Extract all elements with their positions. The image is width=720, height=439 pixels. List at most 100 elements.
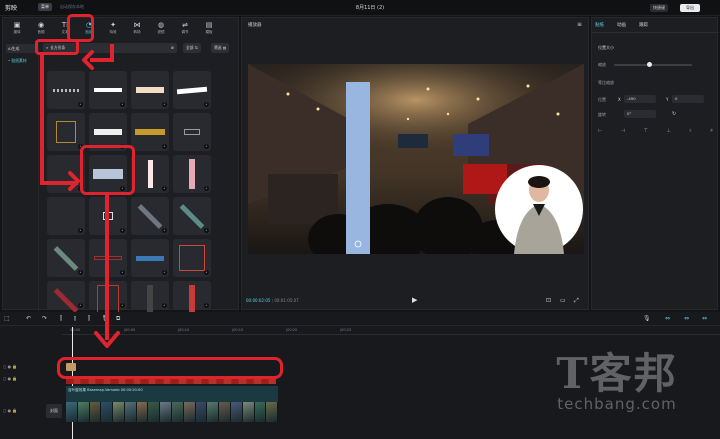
play-icon[interactable]: ▶ xyxy=(412,296,417,304)
effect-segment[interactable] xyxy=(216,376,224,384)
time-ruler[interactable]: 00:00 |00:05 |00:10 |00:15 |00:20 |00:25 xyxy=(62,327,720,335)
effect-segment[interactable] xyxy=(73,376,81,384)
sticker-item[interactable]: ⇣ xyxy=(131,281,169,315)
tool-adjust[interactable]: ⇌ 调节 xyxy=(175,20,195,38)
effect-segment[interactable] xyxy=(254,376,261,384)
video-preview[interactable] xyxy=(248,64,584,254)
sticker-item[interactable]: ⇣ xyxy=(173,71,211,109)
effect-segment[interactable] xyxy=(171,376,178,384)
x-position-field[interactable]: -490 xyxy=(624,95,656,103)
split-right-icon[interactable]: ⫿ xyxy=(88,315,90,323)
download-icon[interactable]: ⇣ xyxy=(120,186,125,191)
tool-template[interactable]: ▤ 模板 xyxy=(199,20,219,38)
effect-segment[interactable] xyxy=(261,376,269,384)
redo-icon[interactable]: ↷ xyxy=(42,315,47,322)
sidebar-item-ai[interactable]: AI生成 xyxy=(6,44,36,53)
align-center-icon[interactable]: ⊣ xyxy=(621,128,625,136)
rotate-icon[interactable]: ↻ xyxy=(672,111,676,117)
effect-segment[interactable] xyxy=(186,376,194,384)
download-icon[interactable]: ⇣ xyxy=(204,102,209,107)
effect-track-controls[interactable]: ◻ ● 🔒 xyxy=(3,376,37,384)
tool-text[interactable]: TI 文本 xyxy=(55,20,75,38)
sticker-item[interactable]: ⇣ xyxy=(89,239,127,277)
effect-segment[interactable] xyxy=(118,376,126,384)
download-icon[interactable]: ⇣ xyxy=(78,303,83,308)
fit-icon[interactable]: ⊡ xyxy=(546,297,551,304)
crop-icon[interactable]: ⧉ xyxy=(116,315,120,323)
sticker-item[interactable]: ⇣ xyxy=(131,239,169,277)
sticker-item[interactable]: ⇣ xyxy=(131,155,169,193)
undo-icon[interactable]: ↶ xyxy=(26,315,31,322)
sticker-item[interactable]: ⇣ xyxy=(131,197,169,235)
sticker-item[interactable]: ⇣ xyxy=(47,281,85,313)
cover-button[interactable]: 封面 xyxy=(46,404,62,418)
effect-segment[interactable] xyxy=(88,376,96,384)
download-icon[interactable]: ⇣ xyxy=(162,186,167,191)
align-middle-icon[interactable]: ⊦ xyxy=(689,128,692,136)
sticker-item[interactable]: ⇣ xyxy=(47,197,85,235)
effect-segment[interactable] xyxy=(239,376,246,384)
tool-transition[interactable]: ⋈ 转场 xyxy=(127,20,147,38)
align-top-icon[interactable]: ⊥ xyxy=(666,128,670,136)
align-left-icon[interactable]: ⊢ xyxy=(598,128,602,136)
effect-segment[interactable] xyxy=(66,376,73,384)
align-right-icon[interactable]: ⊤ xyxy=(644,128,648,136)
menu-button[interactable]: 菜单 xyxy=(38,3,52,11)
video-clip-header[interactable]: 百叶窗效果 Basemap.Vamado 00:00:20:00 xyxy=(66,386,278,402)
tab-tracking[interactable]: 跟踪 xyxy=(639,22,648,28)
download-icon[interactable]: ⇣ xyxy=(78,102,83,107)
effect-segment[interactable] xyxy=(111,376,118,384)
sticker-item[interactable]: ⇣ xyxy=(173,239,211,277)
sticker-item[interactable]: ⇣ xyxy=(89,155,127,193)
effect-segment[interactable] xyxy=(163,376,171,384)
snap-icon[interactable]: ⇔ xyxy=(665,315,670,322)
tool-sticker[interactable]: ◔ 贴纸 xyxy=(79,20,99,38)
effect-segment[interactable] xyxy=(201,376,209,384)
effect-segment[interactable] xyxy=(246,376,254,384)
download-icon[interactable]: ⇣ xyxy=(162,270,167,275)
download-icon[interactable]: ⇣ xyxy=(162,144,167,149)
search-input[interactable]: ⌕ 长方形条 ⊗ xyxy=(43,43,177,53)
fullscreen-icon[interactable]: ⤢ xyxy=(574,297,579,305)
y-position-field[interactable]: 0 xyxy=(672,95,704,103)
sticker-item[interactable]: ⇣ xyxy=(131,71,169,109)
download-icon[interactable]: ⇣ xyxy=(78,144,83,149)
clear-icon[interactable]: ⊗ xyxy=(171,43,174,53)
link-icon[interactable]: ⇔ xyxy=(684,315,689,322)
effect-segment[interactable] xyxy=(133,376,141,384)
effect-segment[interactable] xyxy=(126,376,133,384)
download-icon[interactable]: ⇣ xyxy=(120,303,125,308)
download-icon[interactable]: ⇣ xyxy=(162,303,167,308)
ratio-icon[interactable]: ▭ xyxy=(560,297,566,304)
video-clip-thumbnails[interactable] xyxy=(66,402,279,422)
shortcut-button[interactable]: 快捷键 xyxy=(650,4,668,12)
effect-segment[interactable] xyxy=(96,376,103,384)
download-icon[interactable]: ⇣ xyxy=(78,186,83,191)
sticker-item[interactable]: ⇣ xyxy=(89,113,127,151)
video-track-controls[interactable]: ◻ ● 🔒 xyxy=(3,408,37,416)
download-icon[interactable]: ⇣ xyxy=(204,144,209,149)
sticker-item[interactable]: ⇣ xyxy=(47,71,85,109)
sticker-item[interactable]: ⇣ xyxy=(173,113,211,151)
export-button[interactable]: 导出 xyxy=(680,4,700,12)
scale-slider[interactable] xyxy=(614,64,692,66)
align-bottom-icon[interactable]: ⊧ xyxy=(710,128,713,136)
download-icon[interactable]: ⇣ xyxy=(120,144,125,149)
mic-icon[interactable]: 🎙 xyxy=(643,315,651,322)
download-icon[interactable]: ⇣ xyxy=(78,228,83,233)
download-icon[interactable]: ⇣ xyxy=(204,228,209,233)
download-icon[interactable]: ⇣ xyxy=(78,270,83,275)
effect-segment[interactable] xyxy=(156,376,163,384)
sticker-item[interactable]: ⇣ xyxy=(47,239,85,277)
effect-segment[interactable] xyxy=(148,376,156,384)
effect-segment[interactable] xyxy=(141,376,148,384)
filter-popular-button[interactable]: 筛选 ▤ xyxy=(211,43,230,53)
effect-segment[interactable] xyxy=(103,376,111,384)
sticker-item[interactable]: ⇣ xyxy=(89,71,127,109)
tool-media[interactable]: ▣ 媒体 xyxy=(7,20,27,38)
split-left-icon[interactable]: ⫾ xyxy=(74,315,76,323)
effect-segment[interactable] xyxy=(269,376,276,384)
filter-all-button[interactable]: 全部 ⇅ xyxy=(183,43,201,53)
sidebar-item-stickers[interactable]: • 贴纸素材 xyxy=(6,56,36,65)
tab-animation[interactable]: 动画 xyxy=(617,22,626,28)
